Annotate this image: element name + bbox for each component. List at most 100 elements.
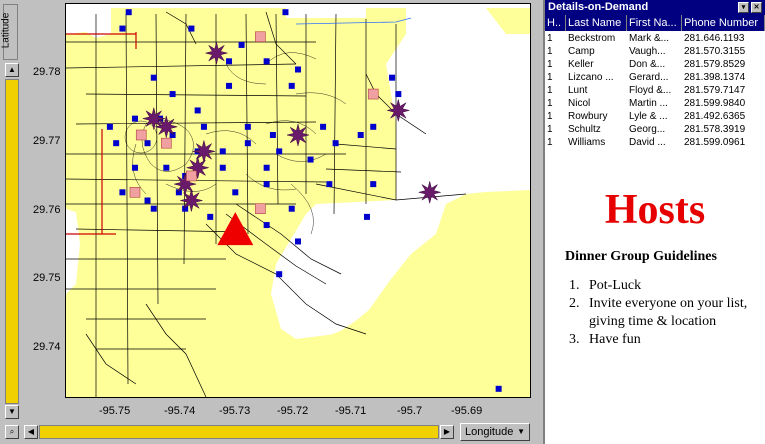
table-cell: 1 [547,46,553,57]
scroll-down-icon[interactable]: ▼ [5,405,19,419]
member-point[interactable] [307,156,314,163]
table-row[interactable]: 1 Keller Don &... 281.579.8529 [545,58,765,71]
member-point[interactable] [263,222,270,229]
member-point[interactable] [232,189,239,196]
host-star-point[interactable] [192,140,215,163]
member-point[interactable] [119,25,126,32]
table-row[interactable]: 1 Williams David ... 281.599.0961 [545,136,765,149]
member-point[interactable] [276,148,283,155]
pink-point[interactable] [161,137,172,149]
table-cell: 1 [547,111,553,122]
table-row[interactable]: 1 Lunt Floyd &... 281.579.7147 [545,84,765,97]
member-point[interactable] [320,123,327,130]
table-row[interactable]: 1 Nicol Martin ... 281.599.9840 [545,97,765,110]
longitude-range-slider[interactable] [39,425,439,439]
member-point[interactable] [389,74,396,81]
member-point[interactable] [119,189,126,196]
table-row[interactable]: 1 Schultz Georg... 281.578.3919 [545,123,765,136]
host-star-point[interactable] [418,181,441,204]
member-point[interactable] [144,140,151,147]
member-point[interactable] [244,123,251,130]
table-row[interactable]: 1 Lizcano ... Gerard... 281.398.1374 [545,71,765,84]
member-point[interactable] [219,164,226,171]
member-point[interactable] [200,123,207,130]
col-header[interactable]: First Na... [627,15,682,31]
member-point[interactable] [207,213,214,220]
table-cell: Floyd &... [629,85,672,96]
host-star-point[interactable] [205,42,228,65]
member-point[interactable] [144,197,151,204]
paperclip-icon[interactable]: ⌕ [5,425,19,439]
member-point[interactable] [276,271,283,278]
scroll-left-icon[interactable]: ◀ [24,425,38,439]
member-point[interactable] [263,58,270,65]
member-point[interactable] [332,140,339,147]
chevron-down-icon: ▼ [517,427,525,436]
member-point[interactable] [226,58,233,65]
member-point[interactable] [244,140,251,147]
member-point[interactable] [188,25,195,32]
col-header[interactable]: H.. [545,15,566,31]
host-star-point[interactable] [286,123,310,147]
member-point[interactable] [238,41,245,48]
map-svg [66,4,530,397]
member-point[interactable] [219,148,226,155]
scroll-right-icon[interactable]: ▶ [440,425,454,439]
member-point[interactable] [226,82,233,89]
member-point[interactable] [106,123,113,130]
member-point[interactable] [288,205,295,212]
member-point[interactable] [282,9,289,16]
host-star-point[interactable] [155,115,178,138]
member-point[interactable] [131,164,138,171]
host-star-point[interactable] [180,189,203,212]
member-point[interactable] [169,91,176,98]
guideline-text: Invite everyone on your list, giving tim… [589,296,748,329]
map-scatterplot[interactable] [65,3,531,398]
guideline-number: 3. [569,332,580,347]
member-point[interactable] [263,164,270,171]
pink-point[interactable] [129,187,141,198]
member-point[interactable] [263,181,270,188]
member-point[interactable] [295,66,301,73]
member-point[interactable] [269,132,276,138]
member-point[interactable] [295,238,301,245]
member-point[interactable] [125,9,132,16]
member-point[interactable] [363,213,370,220]
latitude-range-slider[interactable] [5,79,19,404]
minimize-icon[interactable]: ▾ [738,2,749,13]
member-point[interactable] [194,107,201,114]
longitude-axis-dropdown[interactable]: Longitude ▼ [460,423,530,441]
pink-point[interactable] [255,31,266,43]
member-point[interactable] [357,132,364,138]
pink-point[interactable] [135,129,147,141]
latitude-axis-button[interactable]: Latitude [0,4,18,60]
host-star-point[interactable] [387,99,410,122]
close-icon[interactable]: ✕ [751,2,762,13]
member-point[interactable] [113,140,120,147]
table-row[interactable]: 1 Camp Vaugh... 281.570.3155 [545,45,765,58]
member-point[interactable] [370,181,377,188]
table-cell: 281.599.9840 [684,98,746,109]
x-tick: -95.71 [335,405,367,417]
table-cell: Williams [568,137,606,148]
member-point[interactable] [288,82,295,89]
table-row[interactable]: 1 Rowbury Lyle & ... 281.492.6365 [545,110,765,123]
pink-point[interactable] [255,203,266,214]
guideline-item: 2. Invite everyone on your list, giving t… [569,295,765,331]
col-header[interactable]: Phone Number [682,15,765,31]
pink-point[interactable] [367,88,379,100]
pink-point[interactable] [186,170,197,182]
scroll-up-icon[interactable]: ▲ [5,63,19,77]
table-cell: 1 [547,137,553,148]
col-header[interactable]: Last Name [566,15,627,31]
table-cell: 281.578.3919 [684,124,746,135]
member-point[interactable] [150,205,157,212]
member-point[interactable] [163,164,170,171]
table-row[interactable]: 1 Beckstrom Mark &... 281.646.1193 [545,32,765,45]
member-point[interactable] [326,181,333,188]
member-point[interactable] [131,115,138,122]
member-point[interactable] [370,123,377,130]
member-point[interactable] [150,74,157,81]
member-point[interactable] [395,91,402,98]
member-point[interactable] [495,385,502,392]
